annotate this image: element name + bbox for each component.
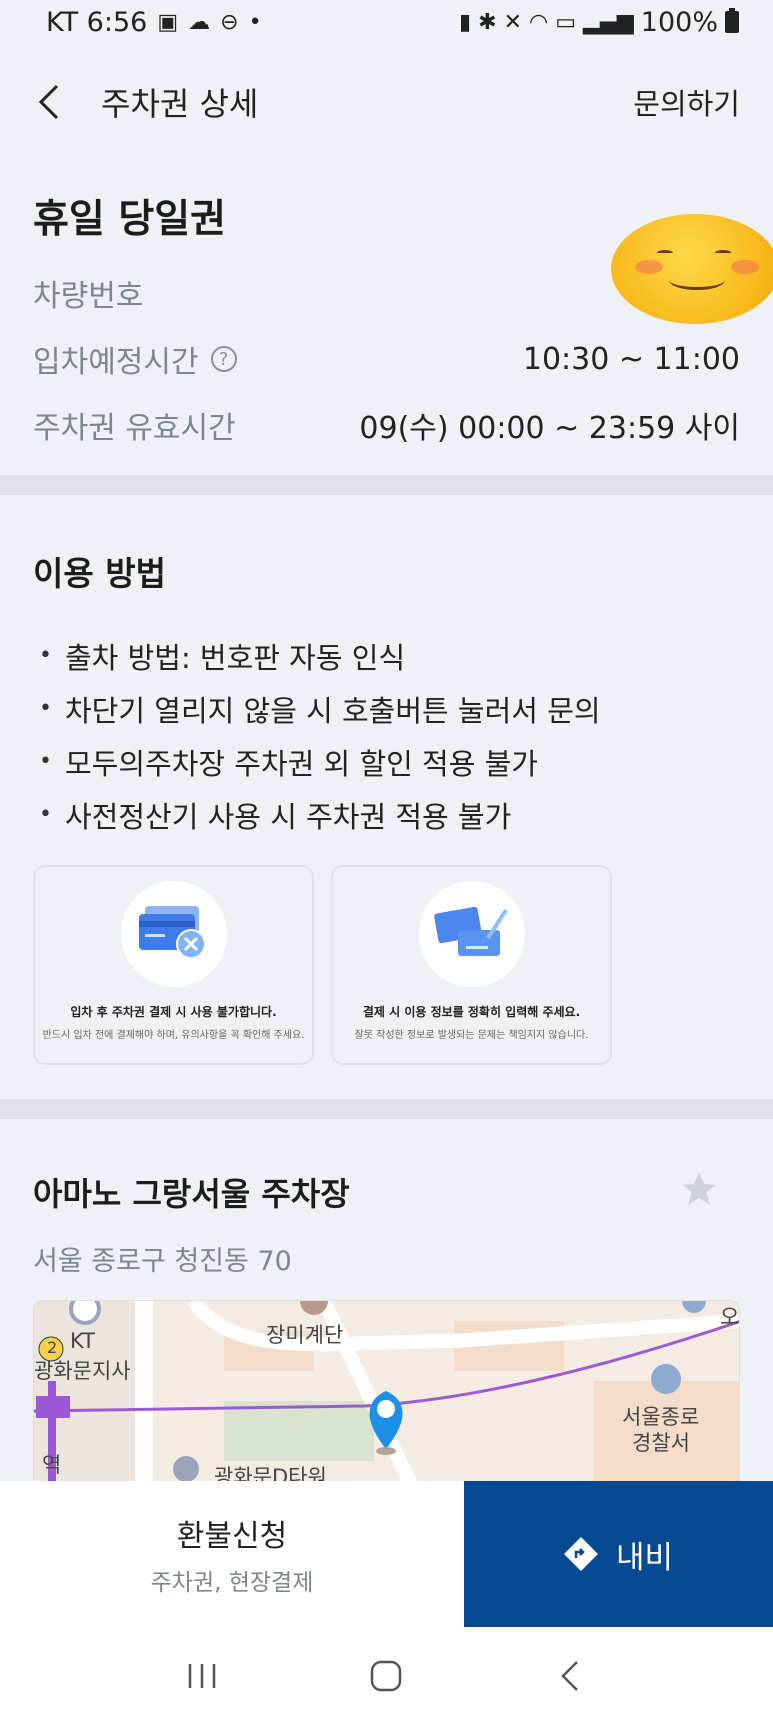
carrier-time: KT 6:56 <box>46 6 148 38</box>
face-cheek-right <box>731 260 759 274</box>
list-item: • 출차 방법: 번호판 자동 인식 <box>33 629 740 682</box>
map-view[interactable]: 2 KT 광화문지사 장미계단 서울종로 경찰서 광화문D타워 역 오 <box>33 1300 740 1490</box>
usage-section: 이용 방법 • 출차 방법: 번호판 자동 인식 • 차단기 열리지 않을 시 호출… <box>0 495 773 1099</box>
header: 주차권 상세 문의하기 <box>0 44 773 160</box>
bullet: • <box>39 696 52 721</box>
bullet: • <box>39 802 52 827</box>
entry-time-value: 10:30 ~ 11:00 <box>522 341 740 377</box>
list-item: • 차단기 열리지 않을 시 호출버튼 눌러서 문의 <box>33 682 740 735</box>
valid-time-row: 주차권 유효시간 09(수) 00:00 ~ 23:59 사이 <box>33 392 740 458</box>
bluetooth-icon: ✱ <box>478 9 497 35</box>
rule-text: 출차 방법: 번호판 자동 인식 <box>65 640 406 675</box>
map-graphic <box>34 1301 739 1489</box>
parking-address: 서울 종로구 청진동 70 <box>33 1246 292 1277</box>
entry-time-label: 입차예정시간 ? <box>33 337 237 381</box>
notice-card-payment: 입차 후 주차권 결제 시 사용 불가합니다. 반드시 입차 전에 결제해야 하… <box>33 865 314 1065</box>
list-item: • 사전정산기 사용 시 주차권 적용 불가 <box>33 788 740 841</box>
navigation-button[interactable]: 내비 <box>464 1481 773 1627</box>
more-dot-icon: • <box>248 9 262 35</box>
card-desc: 반드시 입차 전에 결제해야 하며, 유의사항을 꼭 확인해 주세요. <box>42 1030 305 1041</box>
bullet: • <box>39 749 52 774</box>
usage-title: 이용 방법 <box>33 554 166 593</box>
map-label-edge: 오 <box>720 1305 740 1329</box>
face-mouth <box>669 270 725 290</box>
status-right: ▮ ✱ ✕ ◠ ▭ ▂▄▆ 100% <box>459 7 739 38</box>
entry-time-label-text: 입차예정시간 <box>33 345 199 380</box>
bullet: • <box>39 643 52 668</box>
face-cheek-left <box>635 260 663 274</box>
valid-time-label: 주차권 유효시간 <box>33 411 236 446</box>
system-nav-bar <box>0 1627 773 1724</box>
rule-text: 차단기 열리지 않을 시 호출버튼 눌러서 문의 <box>65 693 601 728</box>
rule-list: • 출차 방법: 번호판 자동 인식 • 차단기 열리지 않을 시 호출버튼 눌러서… <box>33 629 740 841</box>
vehicle-number-label: 차량번호 <box>33 279 144 314</box>
face-eye-left <box>657 250 673 256</box>
smiley-face-icon <box>611 214 773 324</box>
mute-icon: ✕ <box>503 9 523 35</box>
back-arrow-icon[interactable] <box>33 84 63 120</box>
back-nav-icon[interactable] <box>551 1656 591 1696</box>
rule-text: 사전정산기 사용 시 주차권 적용 불가 <box>65 799 512 834</box>
card-cancel-icon <box>120 881 227 987</box>
card-desc: 잘못 작성한 정보로 발생되는 문제는 책임지지 않습니다. <box>354 1030 589 1041</box>
page-title: 주차권 상세 <box>101 85 259 123</box>
section-divider <box>0 475 773 495</box>
entry-time-row: 입차예정시간 ? 10:30 ~ 11:00 <box>33 326 740 392</box>
map-label-police2: 경찰서 <box>632 1431 690 1455</box>
status-left: KT 6:56 ▣ ☁ ⊖ • <box>46 7 262 38</box>
list-item: • 모두의주차장 주차권 외 할인 적용 불가 <box>33 735 740 788</box>
refund-subtitle: 주차권, 현장결제 <box>150 1570 314 1596</box>
map-label-station: 역 <box>42 1453 62 1477</box>
ticket-info: 휴일 당일권 차량번호 입차예정시간 ? 10:30 ~ 11:00 주차권 유… <box>0 160 773 475</box>
refund-button[interactable]: 환불신청 주차권, 현장결제 <box>0 1481 464 1627</box>
dnd-icon: ⊖ <box>220 9 239 35</box>
image-icon: ▣ <box>157 9 179 35</box>
rule-text: 모두의주차장 주차권 외 할인 적용 불가 <box>65 746 538 781</box>
inquiry-button[interactable]: 문의하기 <box>633 81 740 123</box>
map-label-kt: KT <box>70 1329 95 1353</box>
recent-apps-icon[interactable] <box>182 1656 222 1696</box>
map-label-stage: 장미계단 <box>266 1323 344 1347</box>
map-label-kt-branch: 광화문지사 <box>34 1359 131 1383</box>
wifi-icon: ◠ <box>529 9 549 35</box>
battery-icon <box>725 8 739 33</box>
parking-section: 아마노 그랑서울 주차장 서울 종로구 청진동 70 2 KT 광화문지사 장미… <box>0 1119 773 1490</box>
home-icon[interactable] <box>366 1656 406 1696</box>
favorite-star-icon[interactable] <box>679 1169 719 1209</box>
notice-cards: 입차 후 주차권 결제 시 사용 불가합니다. 반드시 입차 전에 결제해야 하… <box>33 865 740 1065</box>
bottom-action-bar: 환불신청 주차권, 현장결제 내비 <box>0 1481 773 1627</box>
signal-icon: ▂▄▆ <box>583 9 634 35</box>
section-divider <box>0 1099 773 1119</box>
card-title: 결제 시 이용 정보를 정확히 입력해 주세요. <box>362 1005 581 1019</box>
hd-icon: ▭ <box>555 9 577 35</box>
navigation-label: 내비 <box>615 1539 674 1576</box>
help-icon[interactable]: ? <box>210 346 237 372</box>
card-title: 입차 후 주차권 결제 시 사용 불가합니다. <box>70 1005 277 1019</box>
status-bar: KT 6:56 ▣ ☁ ⊖ • ▮ ✱ ✕ ◠ ▭ ▂▄▆ 100% <box>0 0 773 44</box>
parking-name: 아마노 그랑서울 주차장 <box>33 1175 350 1213</box>
navigation-direction-icon <box>563 1537 598 1571</box>
battery-percent: 100% <box>640 6 718 38</box>
cloud-icon: ☁ <box>188 9 211 35</box>
notice-card-info: 결제 시 이용 정보를 정확히 입력해 주세요. 잘못 작성한 정보로 발생되는… <box>331 865 612 1065</box>
info-card-pen-icon <box>418 881 525 987</box>
valid-time-value: 09(수) 00:00 ~ 23:59 사이 <box>359 411 740 446</box>
face-eye-right <box>715 250 731 256</box>
sim-icon: ▮ <box>459 9 472 35</box>
refund-title: 환불신청 <box>176 1519 288 1554</box>
